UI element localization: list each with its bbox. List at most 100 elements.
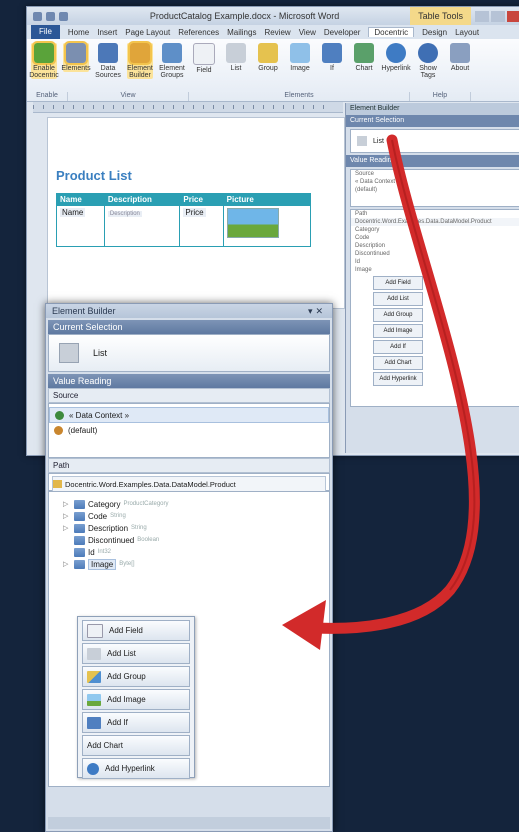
add-hyperlink-button[interactable]: Add Hyperlink — [82, 758, 190, 779]
panel-controls[interactable]: ▾✕ — [308, 306, 326, 317]
chart-icon — [354, 43, 374, 63]
element-groups-button[interactable]: Element Groups — [159, 43, 185, 79]
tree-item-image[interactable]: ▷ Image Byte[] — [49, 558, 329, 570]
if-button[interactable]: If — [319, 43, 345, 72]
hyperlink-button[interactable]: Hyperlink — [381, 43, 411, 72]
current-selection-header: Current Selection — [48, 320, 330, 334]
list-icon — [226, 43, 246, 63]
small-tree-item[interactable]: Id — [351, 258, 519, 266]
tab-docentric[interactable]: Docentric — [368, 27, 415, 37]
source-item-default[interactable]: (default) — [49, 423, 329, 437]
small-tree-item[interactable]: Image — [351, 266, 519, 274]
image-button[interactable]: Image — [287, 43, 313, 72]
add-image-button[interactable]: Add Image — [82, 689, 190, 710]
tab-insert[interactable]: Insert — [97, 28, 117, 37]
path-box[interactable]: Docentric.Word.Examples.Data.DataModel.P… — [48, 473, 330, 492]
price-field: Price — [183, 208, 206, 217]
tab-file[interactable]: File — [31, 25, 60, 39]
small-add-chart-button[interactable]: Add Chart — [373, 356, 423, 370]
minimize-icon[interactable] — [475, 10, 489, 22]
small-tree-item[interactable]: Discontinued — [351, 250, 519, 258]
small-add-field-button[interactable]: Add Field — [373, 276, 423, 290]
tab-developer[interactable]: Developer — [324, 28, 360, 37]
list-icon — [87, 647, 101, 660]
enable-docentric-button[interactable]: Enable Docentric — [29, 41, 59, 79]
small-add-group-button[interactable]: Add Group — [373, 308, 423, 322]
tree-item-id[interactable]: Id Int32 — [49, 546, 329, 558]
tree-item-code[interactable]: ▷ Code String — [49, 510, 329, 522]
add-if-button[interactable]: Add If — [82, 712, 190, 733]
document-page[interactable]: Product List Name Description Price Pict… — [47, 117, 345, 309]
expand-icon[interactable]: ▷ — [63, 500, 71, 508]
small-path-header: Path — [355, 211, 368, 217]
property-tree[interactable]: ▷ Category ProductCategory ▷ Code String ▷ De… — [48, 491, 330, 787]
small-source-default[interactable]: (default) — [351, 186, 519, 194]
add-field-button[interactable]: Add Field — [82, 620, 190, 641]
info-icon — [450, 43, 470, 63]
tab-view[interactable]: View — [299, 28, 316, 37]
expand-icon[interactable]: ▷ — [63, 512, 71, 520]
quick-access-toolbar[interactable] — [33, 11, 79, 21]
maximize-icon[interactable] — [491, 10, 505, 22]
panel-footer — [48, 817, 330, 829]
add-list-button[interactable]: Add List — [82, 643, 190, 664]
group-icon — [87, 670, 101, 683]
add-group-button[interactable]: Add Group — [82, 666, 190, 687]
about-button[interactable]: About — [447, 43, 473, 72]
list-button[interactable]: List — [223, 43, 249, 72]
list-icon — [59, 343, 79, 363]
small-tree-item[interactable]: Description — [351, 242, 519, 250]
field-button[interactable]: Field — [191, 43, 217, 74]
field-icon — [87, 623, 103, 638]
description-field: Description — [107, 211, 142, 217]
tree-item-discontinued[interactable]: Discontinued Boolean — [49, 534, 329, 546]
group-button[interactable]: Group — [255, 43, 281, 72]
tree-item-category[interactable]: ▷ Category ProductCategory — [49, 498, 329, 510]
undo-icon[interactable] — [59, 11, 68, 21]
small-value-reading-header: Value Reading — [346, 155, 519, 167]
current-selection: List — [48, 334, 330, 372]
small-tree-item[interactable]: Code — [351, 234, 519, 242]
small-add-hyperlink-button[interactable]: Add Hyperlink — [373, 372, 423, 386]
element-builder-button[interactable]: Element Builder — [127, 41, 153, 79]
tab-layout[interactable]: Layout — [455, 28, 479, 37]
chart-button[interactable]: Chart — [351, 43, 377, 72]
ribbon-tabs: File Home Insert Page Layout References … — [27, 25, 519, 39]
cell-description[interactable]: Description — [103, 205, 181, 247]
tab-mailings[interactable]: Mailings — [227, 28, 256, 37]
source-header: Source — [48, 388, 330, 403]
path-value[interactable]: Docentric.Word.Examples.Data.DataModel.P… — [52, 476, 326, 492]
source-list[interactable]: « Data Context » (default) — [48, 403, 330, 458]
add-chart-button[interactable]: Add Chart — [82, 735, 190, 756]
close-icon[interactable] — [507, 10, 519, 22]
small-source-box[interactable]: Source « Data Context » (default) — [350, 169, 519, 207]
source-item-data-context[interactable]: « Data Context » — [49, 407, 329, 423]
small-tree-item[interactable]: Category — [351, 226, 519, 234]
column-header-price: Price — [179, 193, 224, 206]
small-path-value: Docentric.Word.Examples.Data.DataModel.P… — [351, 218, 519, 226]
small-tree-box[interactable]: Path Docentric.Word.Examples.Data.DataMo… — [350, 209, 519, 407]
product-table[interactable]: Name Description Price Picture Name Desc… — [56, 193, 312, 247]
globe-icon — [87, 762, 99, 775]
tab-references[interactable]: References — [178, 28, 219, 37]
expand-icon[interactable]: ▷ — [63, 524, 71, 532]
cell-picture[interactable] — [222, 205, 312, 247]
tab-design[interactable]: Design — [422, 28, 447, 37]
tree-item-description[interactable]: ▷ Description String — [49, 522, 329, 534]
data-sources-button[interactable]: Data Sources — [95, 43, 121, 79]
tab-page-layout[interactable]: Page Layout — [125, 28, 170, 37]
small-add-if-button[interactable]: Add If — [373, 340, 423, 354]
current-selection-value: List — [93, 348, 108, 358]
cell-name[interactable]: Name — [56, 205, 105, 247]
expand-icon[interactable]: ▷ — [63, 560, 71, 568]
small-source-data-context[interactable]: « Data Context » — [351, 178, 519, 186]
tab-review[interactable]: Review — [264, 28, 290, 37]
cell-price[interactable]: Price — [179, 205, 224, 247]
tab-home[interactable]: Home — [68, 28, 89, 37]
show-tags-button[interactable]: Show Tags — [415, 43, 441, 79]
window-controls[interactable] — [475, 10, 519, 22]
save-icon[interactable] — [46, 11, 55, 21]
small-add-image-button[interactable]: Add Image — [373, 324, 423, 338]
elements-button[interactable]: Elements — [61, 41, 91, 72]
small-add-list-button[interactable]: Add List — [373, 292, 423, 306]
